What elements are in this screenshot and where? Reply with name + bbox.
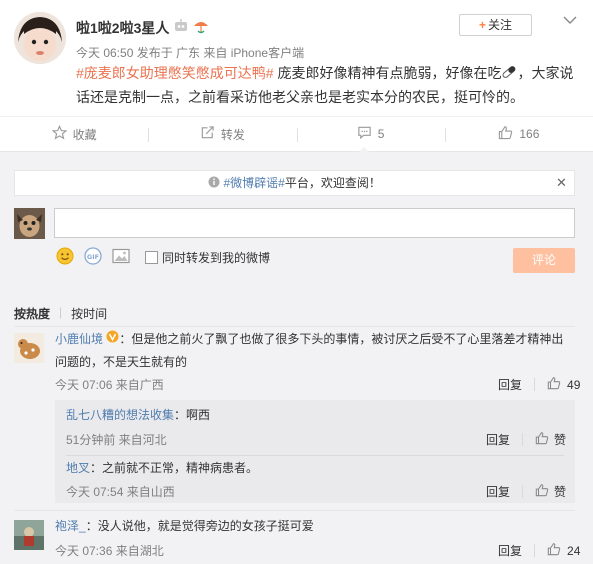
like-count: 166 <box>519 127 540 141</box>
submit-comment-button[interactable]: 评论 <box>513 248 575 273</box>
reply-meta: 今天 07:54 来自山西 <box>66 485 175 499</box>
like-label[interactable]: 赞 <box>554 431 566 448</box>
sort-bar: 按热度 | 按时间 <box>14 305 107 322</box>
divider <box>66 455 564 456</box>
repost-label: 转发 <box>220 127 245 142</box>
close-icon[interactable]: ✕ <box>556 175 567 191</box>
pill-emoji-icon <box>501 63 517 86</box>
info-icon <box>208 172 220 196</box>
hashtag-link[interactable]: #庞麦郎女助理憋笑憋成可达鸭# <box>76 65 274 81</box>
comment-like-count: 49 <box>567 377 581 392</box>
reply-meta: 51分钟前 来自河北 <box>66 433 167 447</box>
commenter-avatar[interactable] <box>14 333 44 363</box>
like-button[interactable]: 166 <box>444 117 593 151</box>
commenter-avatar[interactable] <box>14 520 44 550</box>
sort-by-time-tab[interactable]: 按时间 <box>71 305 107 322</box>
reply-text: ：啊西 <box>174 408 211 422</box>
current-user-avatar <box>14 208 45 239</box>
chevron-down-icon[interactable] <box>563 14 577 28</box>
sort-by-hot-tab[interactable]: 按热度 <box>14 305 50 322</box>
repost-icon <box>200 125 215 143</box>
notice-text: 平台，欢迎查阅！ <box>284 176 381 190</box>
reply-actions: 回复 赞 <box>486 431 566 448</box>
thumbs-up-icon[interactable] <box>535 431 549 448</box>
divider <box>534 378 536 391</box>
post-text-part1: 庞麦郎好像精神有点脆弱，好像在吃 <box>273 65 502 81</box>
follow-button[interactable]: + 关注 <box>459 14 532 36</box>
comment-text: ：没人说他，就是觉得旁边的女孩子挺可爱 <box>85 519 314 533</box>
image-icon[interactable] <box>112 248 130 267</box>
reply-actions: 回复 赞 <box>486 483 566 500</box>
favorite-label: 收藏 <box>72 127 97 142</box>
comment-button[interactable]: 5 <box>296 117 445 151</box>
rumor-hashtag-link[interactable]: #微博辟谣# <box>223 176 284 190</box>
reply-button[interactable]: 回复 <box>498 542 522 559</box>
reply-body: 乱七八糟的想法收集：啊西 <box>66 404 210 427</box>
reply-button[interactable]: 回复 <box>486 483 510 500</box>
gif-icon[interactable]: GIF <box>84 247 102 268</box>
comment-like-count: 24 <box>567 543 581 558</box>
reply-button[interactable]: 回复 <box>486 431 510 448</box>
user-badges <box>173 18 209 37</box>
robot-badge-icon[interactable] <box>173 18 189 37</box>
divider <box>14 510 575 511</box>
commenter-name[interactable]: 袍泽_ <box>55 519 86 533</box>
repost-checkbox[interactable] <box>145 251 158 264</box>
divider <box>522 485 524 498</box>
thumbs-up-icon[interactable] <box>547 542 561 559</box>
repost-checkbox-label: 同时转发到我的微博 <box>162 251 271 265</box>
vip-v-icon <box>106 328 119 351</box>
comment-icon <box>357 125 372 143</box>
thumbs-up-icon[interactable] <box>547 376 561 393</box>
active-tab-pointer <box>358 147 370 153</box>
reply-user-name[interactable]: 地叉 <box>66 461 90 475</box>
reply-user-name[interactable]: 乱七八糟的想法收集 <box>66 408 174 422</box>
author-name[interactable]: 啦1啦2啦3星人 <box>76 18 169 38</box>
divider <box>534 544 536 557</box>
thumbs-up-icon[interactable] <box>535 483 549 500</box>
comment-count: 5 <box>377 127 385 141</box>
reply-button[interactable]: 回复 <box>498 376 522 393</box>
comment-body: 袍泽_：没人说他，就是觉得旁边的女孩子挺可爱 <box>55 515 314 538</box>
divider <box>14 326 575 327</box>
post-action-bar: 收藏 转发 5 166 <box>0 116 593 152</box>
emoji-icon[interactable] <box>56 247 74 268</box>
post-meta: 今天 06:50 发布于 广东 来自 iPhone客户端 <box>76 46 305 60</box>
rumor-notice: #微博辟谣#平台，欢迎查阅！ <box>14 170 575 196</box>
divider <box>522 433 524 446</box>
sort-separator: | <box>59 305 63 319</box>
repost-button[interactable]: 转发 <box>148 117 296 151</box>
star-icon <box>51 125 67 143</box>
umbrella-badge-icon[interactable] <box>193 18 209 37</box>
composer-toolbar: GIF 同时转发到我的微博 <box>56 247 270 268</box>
comment-meta: 今天 07:36 来自湖北 <box>55 544 164 558</box>
thumbs-up-icon <box>498 125 513 143</box>
reply-text: ：之前就不正常，精神病患者。 <box>90 461 259 475</box>
commenter-name[interactable]: 小鹿仙境 <box>55 332 103 346</box>
author-avatar[interactable] <box>14 12 66 64</box>
reply-body: 地叉：之前就不正常，精神病患者。 <box>66 457 258 480</box>
like-label[interactable]: 赞 <box>554 483 566 500</box>
favorite-button[interactable]: 收藏 <box>0 117 148 151</box>
post-body: #庞麦郎女助理憋笑憋成可达鸭# 庞麦郎好像精神有点脆弱，好像在吃 ，大家说话还是克… <box>76 62 581 109</box>
svg-text:GIF: GIF <box>87 253 99 261</box>
comment-input[interactable] <box>54 208 575 238</box>
comment-text: ：但是他之前火了飘了也做了很多下头的事情，被讨厌之后受不了心里落差才精神出问题的… <box>55 332 564 370</box>
comment-actions: 回复 24 <box>498 542 580 559</box>
comment-meta: 今天 07:06 来自广西 <box>55 378 164 392</box>
comment-actions: 回复 49 <box>498 376 580 393</box>
comment-body: 小鹿仙境 ：但是他之前火了飘了也做了很多下头的事情，被讨厌之后受不了心里落差才精… <box>55 328 575 374</box>
follow-label: 关注 <box>488 18 513 32</box>
plus-icon: + <box>478 18 486 32</box>
